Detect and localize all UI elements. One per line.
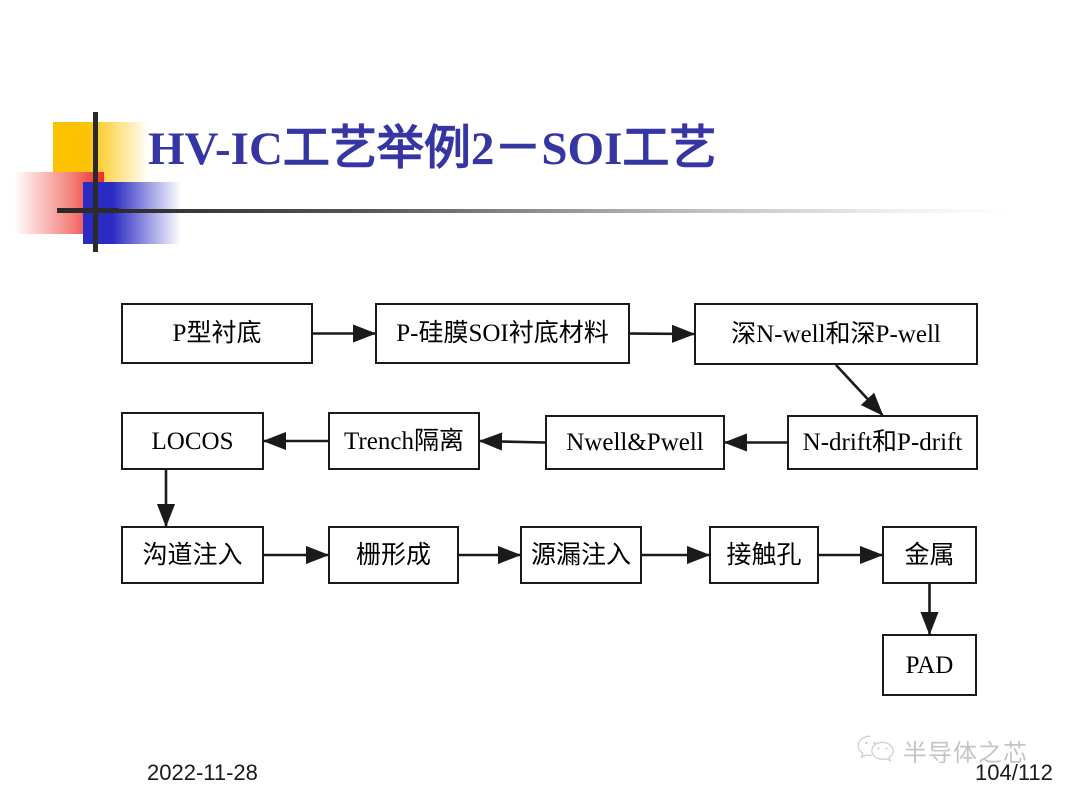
flowchart-node-label: LOCOS — [151, 427, 234, 455]
flowchart-node: P-硅膜SOI衬底材料 — [375, 303, 630, 364]
flowchart-node: 金属 — [882, 526, 977, 584]
flowchart-node-label: 金属 — [904, 541, 955, 569]
flowchart-node-label: N-drift和P-drift — [802, 429, 963, 456]
flowchart-node: 沟道注入 — [121, 526, 264, 584]
page-indicator: 104/112 — [975, 760, 1053, 785]
flowchart-node: 源漏注入 — [520, 526, 642, 584]
flowchart-arrow — [478, 432, 546, 451]
flowchart-node-label: P型衬底 — [172, 320, 262, 347]
flowchart-node-label: 深N-well和深P-well — [731, 320, 941, 348]
flowchart-node-label: 接触孔 — [726, 541, 802, 569]
flowchart-arrow — [835, 364, 884, 416]
flowchart-node: 深N-well和深P-well — [694, 303, 978, 365]
flowchart-node-label: 栅形成 — [355, 541, 431, 569]
process-flowchart: P型衬底 P-硅膜SOI衬底材料 深N-well和深P-well N-drift和P-… — [0, 0, 1080, 810]
wechat-icon — [856, 733, 896, 768]
flowchart-node: 栅形成 — [328, 526, 459, 584]
flowchart-node: LOCOS — [121, 412, 264, 470]
flowchart-node: P型衬底 — [121, 303, 313, 364]
flowchart-node-label: Trench隔离 — [344, 427, 464, 455]
flowchart-node-label: P-硅膜SOI衬底材料 — [396, 320, 609, 347]
flowchart-node: PAD — [882, 634, 977, 696]
flowchart-node: N-drift和P-drift — [787, 415, 978, 470]
flowchart-node-label: PAD — [905, 651, 954, 679]
flowchart-node-label: 源漏注入 — [530, 541, 631, 569]
flowchart-arrow — [629, 324, 696, 343]
flowchart-node: 接触孔 — [709, 526, 819, 584]
flowchart-node-label: Nwell&Pwell — [566, 429, 704, 456]
flowchart-node: Nwell&Pwell — [545, 415, 725, 470]
slide-date: 2022-11-28 — [147, 760, 258, 785]
flowchart-node-label: 沟道注入 — [142, 541, 243, 569]
flowchart-node: Trench隔离 — [328, 412, 480, 470]
